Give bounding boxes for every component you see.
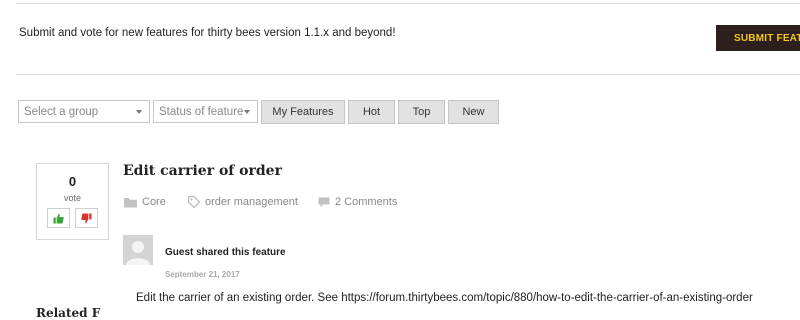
vote-box: 0 vote bbox=[36, 163, 109, 240]
thumbs-up-icon bbox=[53, 213, 64, 224]
status-select[interactable]: Status of feature bbox=[153, 100, 258, 123]
my-features-button[interactable]: My Features bbox=[261, 100, 345, 124]
author-line: Guest shared this feature bbox=[165, 247, 286, 258]
group-select[interactable]: Select a group bbox=[18, 100, 150, 123]
feature-tag[interactable]: order management bbox=[188, 196, 298, 208]
comments-label: 2 Comments bbox=[335, 196, 398, 208]
new-button[interactable]: New bbox=[448, 100, 499, 124]
chevron-down-icon bbox=[136, 110, 142, 114]
folder-icon bbox=[124, 197, 137, 207]
feature-comments[interactable]: 2 Comments bbox=[318, 196, 397, 208]
feature-category[interactable]: Core bbox=[124, 196, 166, 208]
downvote-button[interactable] bbox=[75, 208, 98, 228]
status-select-placeholder: Status of feature bbox=[159, 105, 244, 118]
feature-title[interactable]: Edit carrier of order bbox=[123, 163, 282, 179]
upvote-button[interactable] bbox=[47, 208, 70, 228]
tag-label: order management bbox=[205, 196, 298, 208]
comment-icon bbox=[318, 197, 330, 207]
group-select-placeholder: Select a group bbox=[24, 105, 99, 118]
avatar bbox=[123, 235, 153, 265]
section-divider bbox=[16, 74, 800, 75]
chevron-down-icon bbox=[244, 110, 250, 114]
vote-label: vote bbox=[63, 193, 81, 203]
thumbs-down-icon bbox=[81, 212, 92, 223]
intro-text: Submit and vote for new features for thi… bbox=[19, 27, 396, 39]
vote-count: 0 bbox=[68, 174, 77, 189]
hot-button[interactable]: Hot bbox=[348, 100, 395, 124]
avatar-placeholder-icon bbox=[123, 235, 153, 265]
submit-feature-button[interactable]: SUBMIT FEATUR bbox=[716, 25, 800, 51]
related-features-heading: Related F bbox=[36, 306, 101, 320]
tag-icon bbox=[188, 196, 200, 208]
feature-date: September 21, 2017 bbox=[165, 270, 240, 279]
feature-description: Edit the carrier of an existing order. S… bbox=[136, 292, 753, 304]
category-label: Core bbox=[142, 196, 166, 208]
top-divider bbox=[16, 3, 800, 4]
top-button[interactable]: Top bbox=[398, 100, 445, 124]
